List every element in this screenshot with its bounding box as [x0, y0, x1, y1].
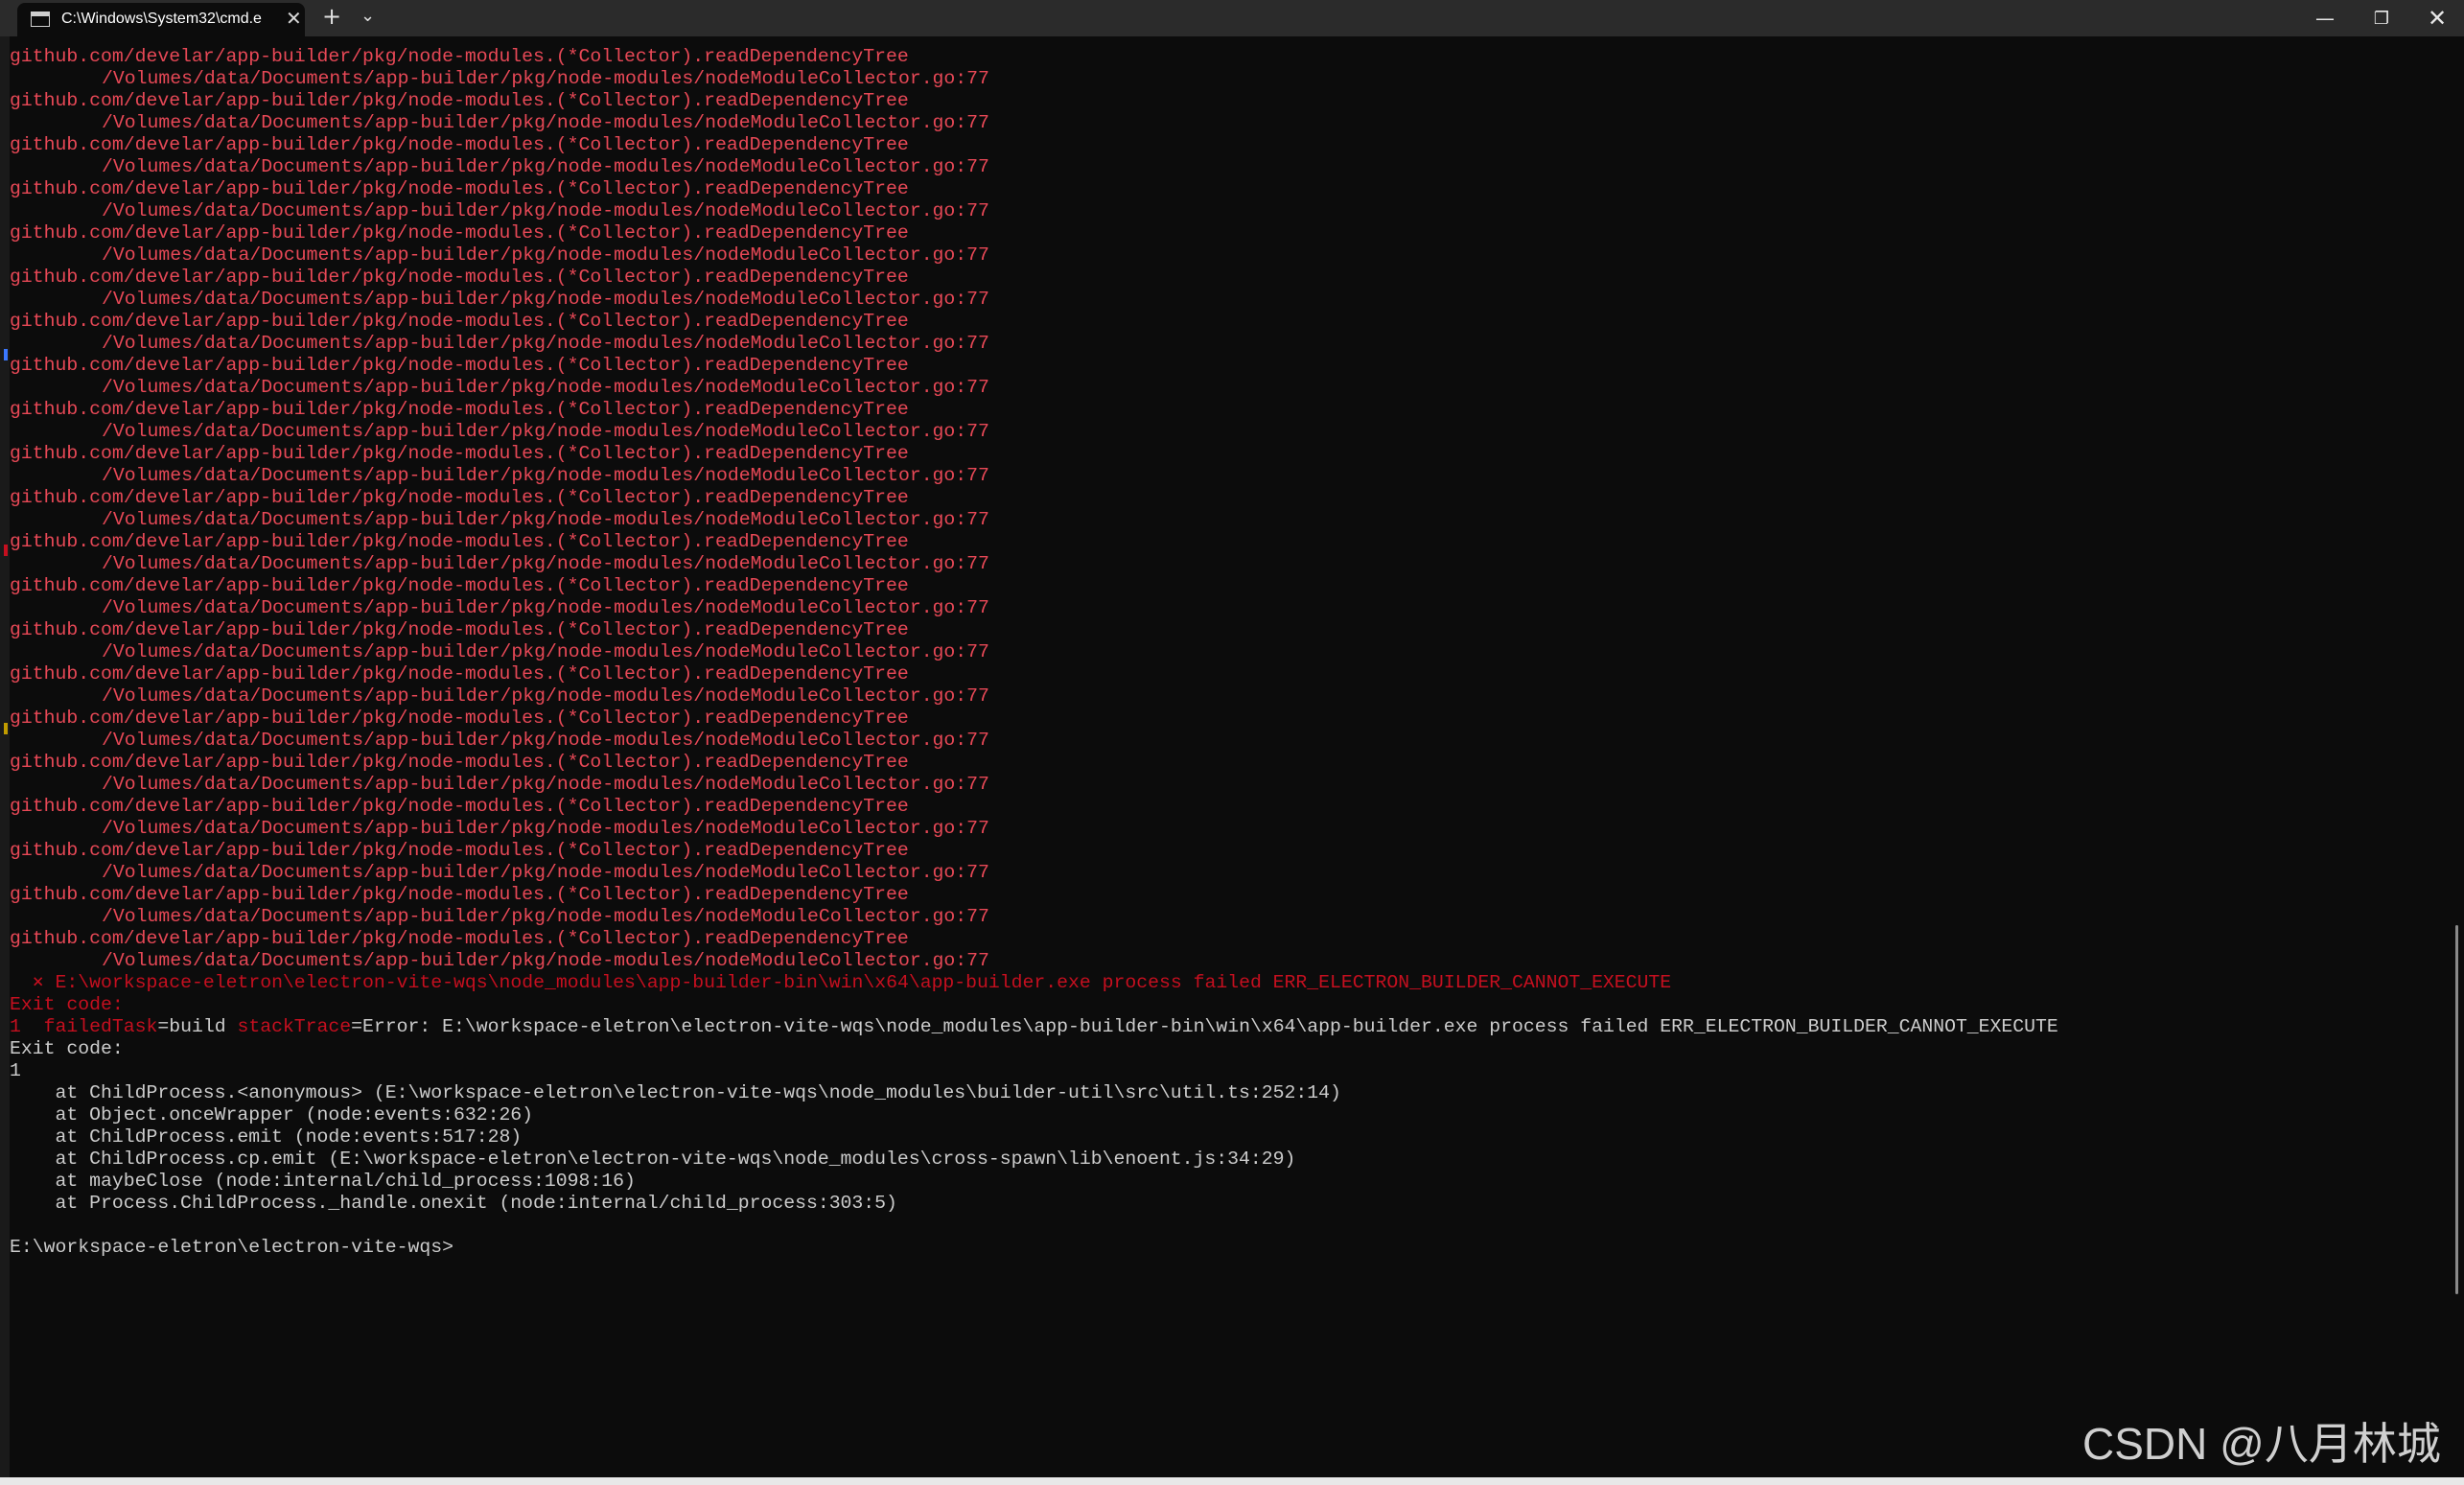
tab-close-icon[interactable]: ✕ — [286, 7, 302, 30]
terminal-output[interactable]: github.com/develar/app-builder/pkg/node-… — [10, 46, 2435, 1474]
trace-func-line: github.com/develar/app-builder/pkg/node-… — [10, 531, 909, 552]
stack-frame: at Process.ChildProcess._handle.onexit (… — [10, 1193, 897, 1214]
trace-file-line: /Volumes/data/Documents/app-builder/pkg/… — [102, 685, 989, 707]
trace-file-line: /Volumes/data/Documents/app-builder/pkg/… — [102, 333, 989, 354]
trace-file-line: /Volumes/data/Documents/app-builder/pkg/… — [102, 906, 989, 927]
trace-file-line: /Volumes/data/Documents/app-builder/pkg/… — [102, 244, 989, 266]
trace-func-line: github.com/develar/app-builder/pkg/node-… — [10, 708, 909, 729]
tab-cmd[interactable]: C:\Windows\System32\cmd.e ✕ — [17, 3, 305, 36]
stack-frame: at ChildProcess.<anonymous> (E:\workspac… — [10, 1082, 1341, 1103]
trace-file-line: /Volumes/data/Documents/app-builder/pkg/… — [102, 509, 989, 530]
trace-file-line: /Volumes/data/Documents/app-builder/pkg/… — [102, 597, 989, 618]
trace-func-line: github.com/develar/app-builder/pkg/node-… — [10, 399, 909, 420]
trace-func-line: github.com/develar/app-builder/pkg/node-… — [10, 928, 909, 949]
trace-file-line: /Volumes/data/Documents/app-builder/pkg/… — [102, 774, 989, 795]
trace-file-line: /Volumes/data/Documents/app-builder/pkg/… — [102, 377, 989, 398]
scroll-mark — [4, 349, 8, 360]
failed-task-value: =build — [157, 1016, 238, 1037]
trace-func-line: github.com/develar/app-builder/pkg/node-… — [10, 267, 909, 288]
command-prompt[interactable]: E:\workspace-eletron\electron-vite-wqs> — [10, 1237, 2435, 1259]
trace-file-line: /Volumes/data/Documents/app-builder/pkg/… — [102, 465, 989, 486]
trace-func-line: github.com/develar/app-builder/pkg/node-… — [10, 134, 909, 155]
left-edge-gutter — [0, 36, 10, 1485]
stack-frame: at ChildProcess.cp.emit (E:\workspace-el… — [10, 1149, 1296, 1170]
tab-title: C:\Windows\System32\cmd.e — [61, 11, 262, 27]
watermark: CSDN @八月林城 — [2082, 1419, 2441, 1469]
close-button[interactable]: ✕ — [2409, 0, 2464, 36]
trace-func-line: github.com/develar/app-builder/pkg/node-… — [10, 840, 909, 861]
scroll-mark — [4, 723, 8, 734]
stack-trace-key: stackTrace — [237, 1016, 352, 1037]
trace-func-line: github.com/develar/app-builder/pkg/node-… — [10, 487, 909, 508]
trace-file-line: /Volumes/data/Documents/app-builder/pkg/… — [102, 950, 989, 971]
trace-func-line: github.com/develar/app-builder/pkg/node-… — [10, 619, 909, 640]
trace-func-line: github.com/develar/app-builder/pkg/node-… — [10, 90, 909, 111]
exit-code-value-2: 1 — [10, 1060, 21, 1081]
failed-task-line: 1 failedTask=build stackTrace=Error: E:\… — [10, 1016, 2435, 1038]
trace-file-line: /Volumes/data/Documents/app-builder/pkg/… — [102, 200, 989, 221]
stack-frame: at ChildProcess.emit (node:events:517:28… — [10, 1126, 523, 1148]
scroll-mark — [4, 545, 8, 556]
trace-func-line: github.com/develar/app-builder/pkg/node-… — [10, 311, 909, 332]
trace-func-line: github.com/develar/app-builder/pkg/node-… — [10, 752, 909, 773]
new-tab-button[interactable]: + — [322, 3, 341, 30]
exit-code-label-2: Exit code: — [10, 1038, 124, 1059]
trace-func-line: github.com/develar/app-builder/pkg/node-… — [10, 575, 909, 596]
exit-code-value: 1 — [10, 1016, 21, 1037]
trace-file-line: /Volumes/data/Documents/app-builder/pkg/… — [102, 862, 989, 883]
trace-func-line: github.com/develar/app-builder/pkg/node-… — [10, 443, 909, 464]
trace-func-line: github.com/develar/app-builder/pkg/node-… — [10, 178, 909, 199]
trace-file-line: /Volumes/data/Documents/app-builder/pkg/… — [102, 112, 989, 133]
trace-func-line: github.com/develar/app-builder/pkg/node-… — [10, 796, 909, 817]
trace-func-line: github.com/develar/app-builder/pkg/node-… — [10, 222, 909, 244]
maximize-button[interactable]: ❐ — [2354, 0, 2409, 36]
trace-file-line: /Volumes/data/Documents/app-builder/pkg/… — [102, 68, 989, 89]
trace-func-line: github.com/develar/app-builder/pkg/node-… — [10, 355, 909, 376]
trace-func-line: github.com/develar/app-builder/pkg/node-… — [10, 663, 909, 684]
minimize-button[interactable]: — — [2297, 0, 2353, 36]
title-bar: C:\Windows\System32\cmd.e ✕ + ⌄ — ❐ ✕ — [0, 0, 2464, 36]
trace-file-line: /Volumes/data/Documents/app-builder/pkg/… — [102, 421, 989, 442]
stack-frame: at maybeClose (node:internal/child_proce… — [10, 1171, 636, 1192]
trace-file-line: /Volumes/data/Documents/app-builder/pkg/… — [102, 641, 989, 662]
stack-frame: at Object.onceWrapper (node:events:632:2… — [10, 1104, 534, 1125]
failed-task-key: failedTask — [43, 1016, 158, 1037]
tab-dropdown-icon[interactable]: ⌄ — [360, 6, 375, 26]
trace-func-line: github.com/develar/app-builder/pkg/node-… — [10, 46, 909, 67]
trace-file-line: /Volumes/data/Documents/app-builder/pkg/… — [102, 818, 989, 839]
stack-trace-value: =Error: E:\workspace-eletron\electron-vi… — [351, 1016, 2058, 1037]
exit-code-label: Exit code: — [10, 994, 124, 1015]
trace-file-line: /Volumes/data/Documents/app-builder/pkg/… — [102, 289, 989, 310]
trace-func-line: github.com/develar/app-builder/pkg/node-… — [10, 884, 909, 905]
terminal-window: C:\Windows\System32\cmd.e ✕ + ⌄ — ❐ ✕ gi… — [0, 0, 2464, 1485]
error-line: ⨯ E:\workspace-eletron\electron-vite-wqs… — [10, 972, 1672, 993]
bottom-strip — [0, 1477, 2464, 1485]
trace-file-line: /Volumes/data/Documents/app-builder/pkg/… — [102, 730, 989, 751]
terminal-icon — [31, 12, 50, 27]
stack-trace-block: github.com/develar/app-builder/pkg/node-… — [10, 46, 2435, 972]
trace-file-line: /Volumes/data/Documents/app-builder/pkg/… — [102, 553, 989, 574]
trace-file-line: /Volumes/data/Documents/app-builder/pkg/… — [102, 156, 989, 177]
scrollbar-thumb[interactable] — [2455, 925, 2458, 1294]
